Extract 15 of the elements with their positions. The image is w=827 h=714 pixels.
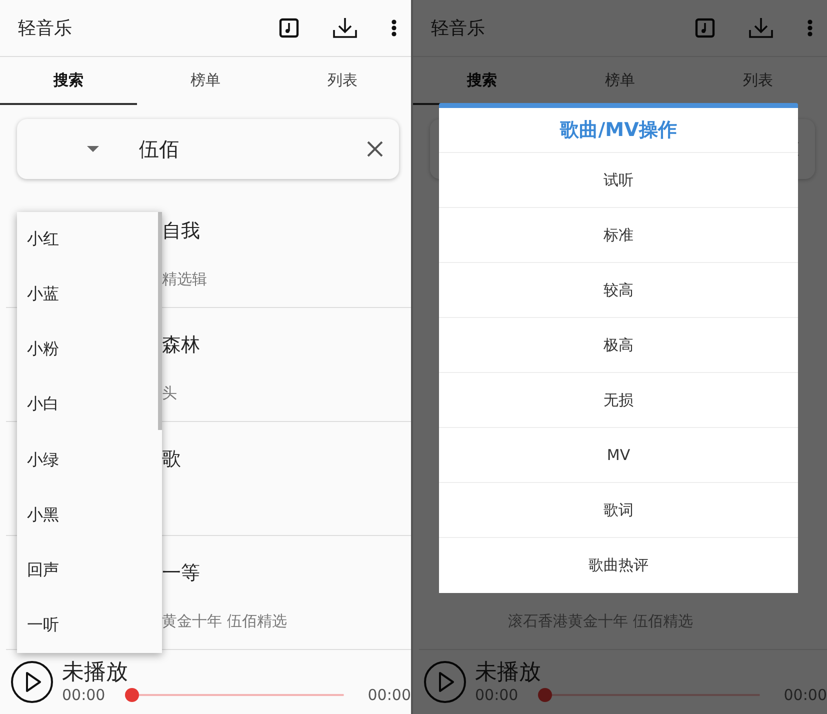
album-name: 黄金十年 伍佰精选 — [162, 612, 288, 631]
album-name: 精选辑 — [162, 270, 208, 289]
playback-status: 未播放 — [475, 660, 542, 686]
playback-status: 未播放 — [62, 660, 129, 686]
elapsed-time: 00:00 — [475, 686, 518, 704]
elapsed-time: 00:00 — [62, 686, 106, 704]
duration-time: 00:00 — [368, 686, 411, 704]
duration-time: 00:00 — [784, 686, 827, 704]
song-title: 歌 — [162, 448, 182, 470]
song-title: 一等 — [162, 562, 201, 584]
album-name: 头 — [162, 384, 178, 403]
song-title: 自我 — [162, 220, 201, 242]
app-title: 轻音乐 — [431, 17, 486, 40]
app-title: 轻音乐 — [18, 17, 73, 40]
song-title: 森林 — [162, 334, 201, 356]
